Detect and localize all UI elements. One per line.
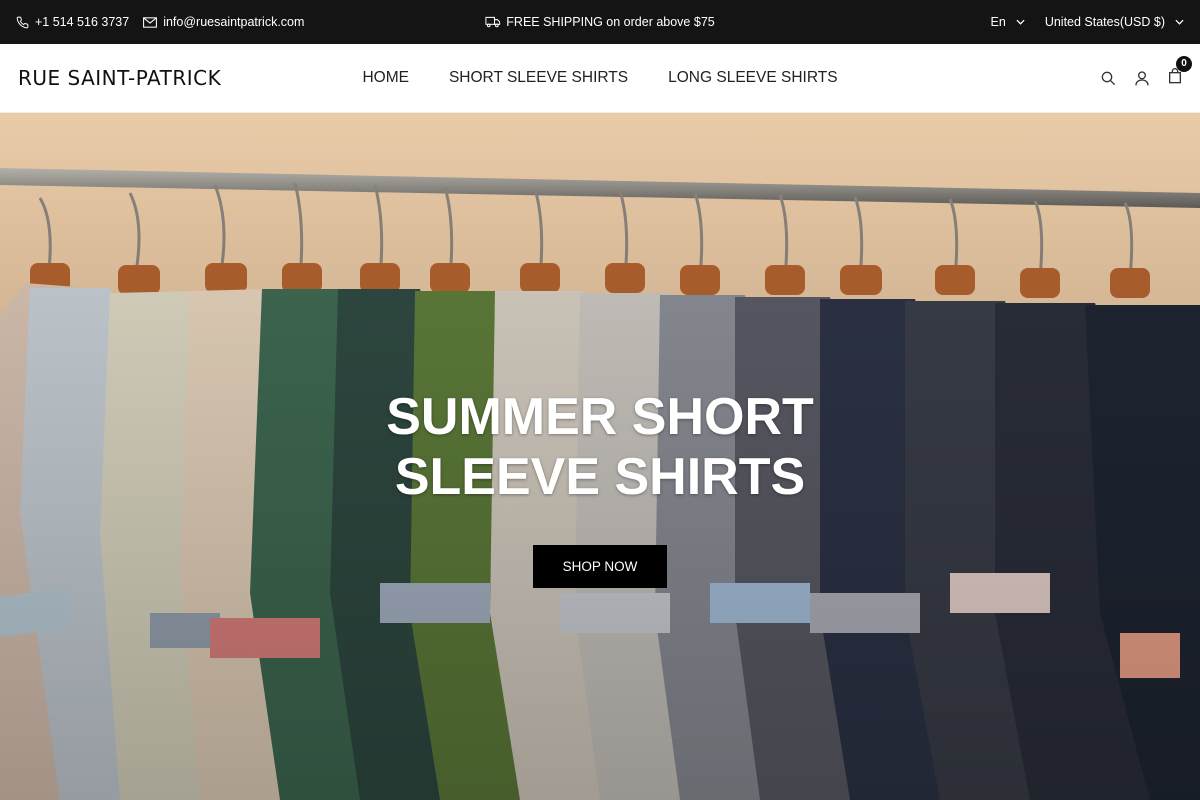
header-actions: 0 (1100, 55, 1192, 89)
chevron-down-icon (1175, 19, 1184, 25)
hero-content: SUMMER SHORT SLEEVE SHIRTS SHOP NOW (0, 387, 1200, 588)
language-value: En (990, 15, 1006, 29)
cart-count-badge: 0 (1176, 55, 1192, 72)
top-announcement-bar: +1 514 516 3737 info@ruesaintpatrick.com… (0, 0, 1200, 44)
user-icon[interactable] (1134, 70, 1150, 86)
phone-link[interactable]: +1 514 516 3737 (16, 15, 129, 29)
email-address: info@ruesaintpatrick.com (163, 15, 305, 29)
shipping-notice: FREE SHIPPING on order above $75 (485, 15, 715, 29)
email-link[interactable]: info@ruesaintpatrick.com (143, 15, 304, 29)
nav-long-sleeve-shirts[interactable]: LONG SLEEVE SHIRTS (668, 69, 837, 87)
hero-title-line-2: SLEEVE SHIRTS (394, 448, 806, 506)
cart-button[interactable]: 0 (1168, 55, 1192, 89)
site-logo[interactable]: RUE SAINT-PATRICK (18, 66, 221, 90)
nav-short-sleeve-shirts[interactable]: SHORT SLEEVE SHIRTS (449, 69, 628, 87)
contact-info: +1 514 516 3737 info@ruesaintpatrick.com (16, 15, 304, 29)
truck-icon (485, 16, 501, 28)
locale-selectors: En United States(USD $) (991, 15, 1184, 29)
main-navigation: HOME SHORT SLEEVE SHIRTS LONG SLEEVE SHI… (362, 69, 837, 87)
mail-icon (143, 16, 158, 28)
hero-title-line-1: SUMMER SHORT (386, 388, 814, 446)
shop-now-button[interactable]: SHOP NOW (533, 545, 667, 588)
phone-number: +1 514 516 3737 (35, 15, 130, 29)
shipping-text: FREE SHIPPING on order above $75 (506, 15, 715, 29)
nav-home[interactable]: HOME (362, 69, 409, 87)
hero-banner: SUMMER SHORT SLEEVE SHIRTS SHOP NOW (0, 113, 1200, 800)
chevron-down-icon (1016, 19, 1025, 25)
hero-title: SUMMER SHORT SLEEVE SHIRTS (340, 387, 860, 507)
search-icon[interactable] (1100, 70, 1116, 86)
main-header: RUE SAINT-PATRICK HOME SHORT SLEEVE SHIR… (0, 44, 1200, 113)
phone-icon (16, 16, 29, 29)
language-select[interactable]: En (991, 15, 1025, 29)
currency-value: United States(USD $) (1044, 15, 1165, 29)
currency-select[interactable]: United States(USD $) (1045, 15, 1184, 29)
